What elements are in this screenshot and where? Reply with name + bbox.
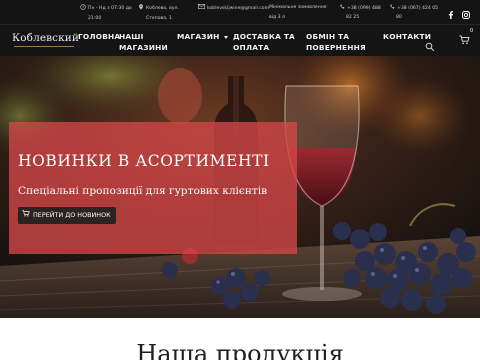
chevron-down-icon (223, 35, 228, 39)
phone-icon (340, 4, 345, 13)
cart-button[interactable]: 0 (459, 28, 475, 45)
min-order-info: Мінімальне замовлення від 3 л (269, 4, 327, 22)
address-line1: Коблево, вул. (146, 6, 179, 11)
search-icon[interactable] (425, 37, 435, 52)
nav-item-shop[interactable]: МАГАЗИН (177, 31, 228, 42)
hero-title: НОВИНКИ В АСОРТИМЕНТІ (18, 152, 270, 170)
facebook-icon[interactable] (446, 5, 456, 19)
instagram-icon[interactable] (461, 5, 471, 19)
phone2-line2: 80 (396, 15, 402, 20)
new-arrivals-button[interactable]: ПЕРЕЙТИ ДО НОВИНОК (18, 207, 116, 224)
cart-icon (459, 35, 470, 45)
phone-link-1[interactable]: +38 (099) 488 82 25 (340, 4, 381, 22)
cart-icon (22, 207, 30, 224)
email-link[interactable]: koblevskijwine@gmail.com (198, 4, 269, 14)
hours-line1: Пн - Нд з 07:30 до (88, 6, 132, 11)
location-pin-icon (138, 4, 144, 14)
hero-banner: НОВИНКИ В АСОРТИМЕНТІ Спеціальні пропози… (0, 56, 480, 318)
email-text: koblevskijwine@gmail.com (207, 5, 270, 11)
clock-icon (80, 4, 86, 14)
new-arrivals-button-label: ПЕРЕЙТИ ДО НОВИНОК (33, 211, 111, 219)
working-hours: Пн - Нд з 07:30 до 21:00 (80, 4, 132, 23)
nav-item-contacts[interactable]: КОНТАКТИ (383, 31, 431, 42)
hours-line2: 21:00 (88, 15, 102, 21)
phone-link-2[interactable]: +38 (067) 424 05 80 (390, 4, 438, 22)
nav-item-home[interactable]: ГОЛОВНА (78, 31, 120, 42)
nav-item-our-shops[interactable]: НАШІ МАГАЗИНИ (119, 31, 168, 53)
logo-underline (14, 46, 74, 47)
promo-panel: НОВИНКИ В АСОРТИМЕНТІ Спеціальні пропози… (9, 122, 297, 254)
phone2-line1: +38 (067) 424 05 (397, 5, 439, 11)
min-order-line2: від 3 л (269, 14, 285, 20)
mail-icon (198, 4, 206, 13)
address: Коблево, вул. Степова, 1 (138, 4, 179, 23)
products-section-title: Наша продукція (136, 340, 344, 360)
main-navigation: Коблевский ГОЛОВНА НАШІ МАГАЗИНИ МАГАЗИН … (0, 24, 480, 56)
phone-icon (390, 4, 395, 13)
nav-item-delivery[interactable]: ДОСТАВКА ТА ОПЛАТА (233, 31, 295, 53)
cart-count-badge: 0 (470, 28, 474, 34)
site-logo[interactable]: Коблевский (12, 28, 80, 52)
phone1-line1: +38 (099) 488 (347, 5, 381, 11)
min-order-line1: Мінімальне замовлення (269, 5, 327, 10)
nav-item-exchange[interactable]: ОБМІН ТА ПОВЕРНЕННЯ (306, 31, 366, 53)
hero-subtitle: Спеціальні пропозиції для гуртових клієн… (18, 185, 268, 197)
logo-text: Коблевский (12, 32, 80, 44)
address-line2: Степова, 1 (146, 15, 172, 21)
phone1-line2: 82 25 (346, 15, 360, 20)
top-info-bar: Пн - Нд з 07:30 до 21:00 Коблево, вул. С… (0, 0, 480, 24)
